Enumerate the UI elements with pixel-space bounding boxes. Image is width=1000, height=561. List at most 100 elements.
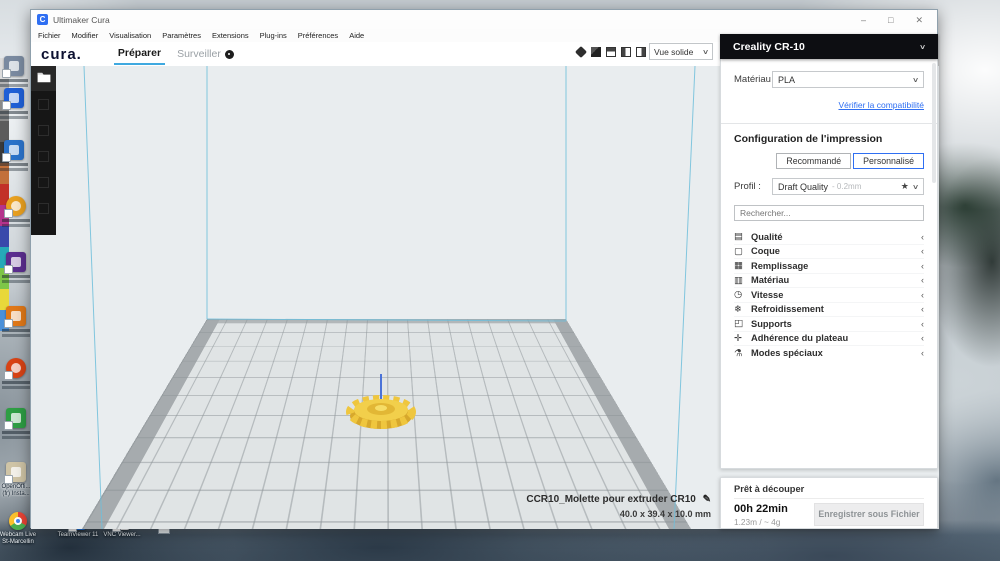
close-button[interactable]: ✕ [915,15,923,25]
chevron-collapse-icon[interactable]: ‹ [921,275,924,285]
infill-icon: ▦ [734,260,751,271]
open-folder-icon [37,71,51,83]
desktop-background: OpenOffi... (fr) Insta... Webcam Live St… [0,0,1000,561]
bed-adhesion-icon: ✛ [734,333,751,344]
profile-dropdown[interactable]: Draft Quality - 0.2mm ★ ∨ [772,178,924,195]
slice-status: Prêt à découper [734,484,924,494]
divider [721,123,937,124]
cura-window: C Ultimaker Cura – □ ✕ Fichier Modifier … [30,9,938,528]
titlebar[interactable]: C Ultimaker Cura – □ ✕ [31,10,937,29]
desktop-icon-tile[interactable] [4,140,24,160]
tab-preparer[interactable]: Préparer [118,42,161,66]
menu-fichier[interactable]: Fichier [38,31,61,40]
settings-category-list: ▤ Qualité ‹ ▢ Coque ‹ ▦ Remplissage ‹ ▥ … [734,230,924,361]
minimize-button[interactable]: – [861,15,866,25]
chevron-collapse-icon[interactable]: ‹ [921,261,924,271]
mirror-tool-button[interactable] [31,169,56,195]
desktop-icon-tile[interactable] [6,306,26,326]
chevron-down-icon: ∨ [912,76,919,84]
chevron-collapse-icon[interactable]: ‹ [921,333,924,343]
print-settings-panel: Matériau PLA ∨ Vérifier la compatibilité… [720,59,938,469]
printer-name: Creality CR-10 [733,41,805,53]
divider [734,498,924,499]
menu-parametres[interactable]: Paramètres [162,31,201,40]
desktop-icon-label: VNC Viewer... [100,532,144,539]
left-toolbar [31,63,56,235]
chevron-collapse-icon[interactable]: ‹ [921,290,924,300]
menu-aide[interactable]: Aide [349,31,364,40]
window-title: Ultimaker Cura [53,15,110,25]
print-setup-title: Configuration de l'impression [734,133,924,145]
monitor-status-icon [225,50,234,59]
desktop-icon-tile[interactable] [4,56,24,76]
model-molette[interactable] [341,372,421,438]
chevron-collapse-icon[interactable]: ‹ [921,319,924,329]
chevron-down-icon: ∨ [919,43,926,51]
move-tool-button[interactable] [31,91,56,117]
settings-category-vitesse[interactable]: ◷ Vitesse ‹ [734,288,924,303]
material-label: Matériau [734,74,771,85]
camera-view-toolbar [576,47,646,57]
front-view-icon[interactable] [591,47,601,57]
menu-preferences[interactable]: Préférences [298,31,338,40]
chevron-collapse-icon[interactable]: ‹ [921,348,924,358]
material-dropdown[interactable]: PLA ∨ [772,71,924,88]
desktop-icon-tile[interactable] [6,462,26,482]
menu-extensions[interactable]: Extensions [212,31,249,40]
menu-plugins[interactable]: Plug-ins [260,31,287,40]
chevron-collapse-icon[interactable]: ‹ [921,232,924,242]
verify-compatibility-link[interactable]: Vérifier la compatibilité [838,100,924,110]
cura-logo: cura. [41,46,82,63]
desktop-icon-label: TeamViewer 11 [56,532,100,539]
settings-category-qualite[interactable]: ▤ Qualité ‹ [734,230,924,245]
action-panel: Prêt à découper 00h 22min 1.23m / ~ 4g E… [720,477,938,529]
scale-tool-button[interactable] [31,117,56,143]
support-icon: ◰ [734,318,751,329]
top-view-icon[interactable] [606,47,616,57]
settings-category-supports[interactable]: ◰ Supports ‹ [734,317,924,332]
save-to-file-button[interactable]: Enregistrer sous Fichier [814,503,924,526]
chevron-collapse-icon[interactable]: ‹ [921,304,924,314]
cooling-fan-icon: ❄ [734,304,751,315]
shell-icon: ▢ [734,246,751,257]
left-view-icon[interactable] [621,47,631,57]
chrome-icon[interactable] [9,512,27,530]
desktop-icon-tile[interactable] [6,252,26,272]
settings-category-remplissage[interactable]: ▦ Remplissage ‹ [734,259,924,274]
settings-category-coque[interactable]: ▢ Coque ‹ [734,245,924,260]
custom-button[interactable]: Personnalisé [853,153,924,169]
menu-visualisation[interactable]: Visualisation [109,31,151,40]
star-icon[interactable]: ★ [901,181,909,192]
tab-surveiller[interactable]: Surveiller [177,42,234,66]
settings-category-refroidissement[interactable]: ❄ Refroidissement ‹ [734,303,924,318]
3d-view-icon[interactable] [575,46,587,58]
special-modes-icon: ⚗ [734,348,751,359]
chevron-down-icon: ∨ [912,183,919,191]
edit-name-pencil-icon[interactable]: ✎ [703,494,711,505]
settings-category-materiau[interactable]: ▥ Matériau ‹ [734,274,924,289]
open-file-button[interactable] [31,63,56,91]
desktop-icon-tile[interactable] [6,358,26,378]
print-time-estimate: 00h 22min [734,503,788,515]
rotate-tool-button[interactable] [31,143,56,169]
chevron-collapse-icon[interactable]: ‹ [921,246,924,256]
panel-scrollbar[interactable] [932,63,936,183]
menu-modifier[interactable]: Modifier [72,31,99,40]
profile-label: Profil : [734,181,761,192]
maximize-button[interactable]: □ [888,15,893,25]
printer-selector[interactable]: Creality CR-10 ∨ [720,34,938,59]
speed-icon: ◷ [734,289,751,300]
desktop-icon-tile[interactable] [4,88,24,108]
desktop-icon-tile[interactable] [6,196,26,216]
settings-category-adherence[interactable]: ✛ Adhérence du plateau ‹ [734,332,924,347]
desktop-icon-tile[interactable] [6,408,26,428]
material-usage-estimate: 1.23m / ~ 4g [734,517,788,527]
desktop-icon-label: Webcam Live St-Marcellin [0,532,40,546]
right-view-icon[interactable] [636,47,646,57]
recommended-button[interactable]: Recommandé [776,153,851,169]
material-icon: ▥ [734,275,751,286]
settings-search-input[interactable] [734,205,924,221]
settings-category-modes-speciaux[interactable]: ⚗ Modes spéciaux ‹ [734,346,924,361]
support-blocker-tool-button[interactable] [31,195,56,221]
view-mode-dropdown[interactable]: Vue solide ∨ [649,43,713,60]
